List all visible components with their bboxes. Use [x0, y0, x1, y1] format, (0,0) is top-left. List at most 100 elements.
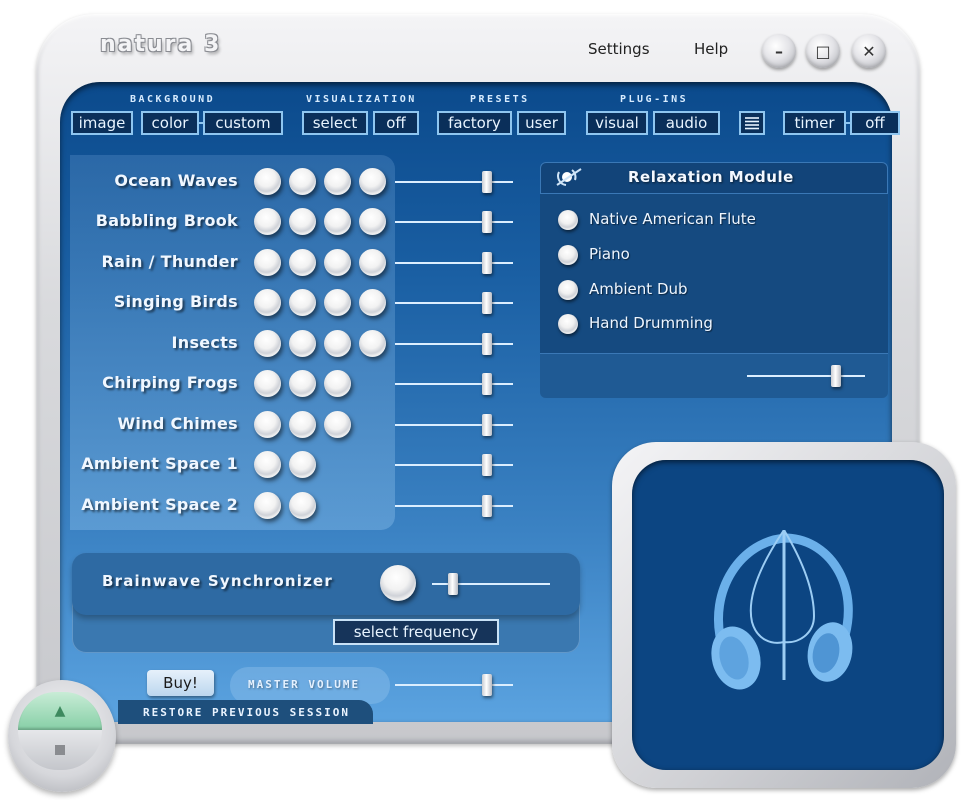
relaxation-item-label: Native American Flute [589, 210, 756, 228]
sound-row: Insects [70, 327, 520, 361]
relaxation-item-label: Piano [589, 245, 630, 263]
timer-button[interactable]: timer [783, 111, 846, 135]
sound-volume-thumb[interactable] [482, 414, 493, 436]
sound-variant-button[interactable] [254, 208, 281, 235]
menu-settings[interactable]: Settings [588, 40, 650, 58]
stop-icon [55, 745, 65, 755]
relaxation-item[interactable]: Piano [558, 243, 878, 267]
relaxation-items: Native American Flute Piano Ambient Dub … [540, 194, 888, 354]
sound-volume-track[interactable] [395, 343, 513, 345]
background-custom-button[interactable]: custom [203, 111, 283, 135]
sound-variant-button[interactable] [254, 289, 281, 316]
sound-row: Babbling Brook [70, 205, 520, 239]
maximize-button[interactable]: □ [806, 34, 840, 68]
sound-variant-button[interactable] [324, 330, 351, 357]
sound-variant-button[interactable] [359, 168, 386, 195]
sound-variant-button[interactable] [254, 492, 281, 519]
minimize-icon: – [775, 41, 783, 61]
brainwave-toggle-button[interactable] [380, 565, 416, 601]
relaxation-volume-thumb[interactable] [830, 365, 841, 387]
visualization-off-button[interactable]: off [373, 111, 419, 135]
relaxation-item[interactable]: Native American Flute [558, 208, 878, 232]
relaxation-item-label: Ambient Dub [589, 280, 688, 298]
buy-button[interactable]: Buy! [147, 670, 214, 696]
sound-volume-track[interactable] [395, 464, 513, 466]
sound-variant-button[interactable] [359, 208, 386, 235]
relaxation-orb-button[interactable] [558, 210, 578, 230]
master-volume-thumb[interactable] [482, 674, 493, 696]
sound-variant-button[interactable] [254, 330, 281, 357]
sound-label: Ocean Waves [114, 171, 238, 190]
visualization-label: VISUALIZATION [306, 94, 417, 105]
sound-variant-button[interactable] [324, 370, 351, 397]
sound-volume-track[interactable] [395, 181, 513, 183]
sound-volume-thumb[interactable] [482, 171, 493, 193]
sound-volume-track[interactable] [395, 424, 513, 426]
sound-variant-button[interactable] [289, 289, 316, 316]
close-button[interactable]: ✕ [852, 34, 886, 68]
sound-row: Rain / Thunder [70, 246, 520, 280]
sound-volume-thumb[interactable] [482, 211, 493, 233]
presets-factory-button[interactable]: factory [437, 111, 512, 135]
relaxation-orb-button[interactable] [558, 280, 578, 300]
relaxation-orb-button[interactable] [558, 314, 578, 334]
presets-user-button[interactable]: user [517, 111, 566, 135]
sound-variant-button[interactable] [359, 249, 386, 276]
sound-row: Ocean Waves [70, 165, 520, 199]
plugins-visual-button[interactable]: visual [586, 111, 648, 135]
master-volume-track[interactable] [395, 684, 513, 686]
relaxation-item[interactable]: Hand Drumming [558, 312, 878, 336]
sound-variant-button[interactable] [254, 249, 281, 276]
brainwave-slider-thumb[interactable] [448, 573, 459, 595]
sound-variant-button[interactable] [289, 451, 316, 478]
master-volume-label: MASTER VOLUME [248, 678, 361, 691]
visualization-select-button[interactable]: select [302, 111, 368, 135]
plugins-label: PLUG-INS [620, 94, 689, 105]
sound-variant-button[interactable] [289, 330, 316, 357]
sound-variant-button[interactable] [289, 492, 316, 519]
sound-variant-button[interactable] [324, 168, 351, 195]
list-button[interactable] [739, 111, 765, 135]
headphones-leaf-logo-icon [711, 530, 853, 690]
sound-volume-thumb[interactable] [482, 333, 493, 355]
sound-volume-thumb[interactable] [482, 373, 493, 395]
restore-session-button[interactable]: RESTORE PREVIOUS SESSION [118, 700, 373, 724]
sound-row: Wind Chimes [70, 408, 520, 442]
relaxation-title: Relaxation Module [628, 168, 794, 186]
sound-volume-track[interactable] [395, 302, 513, 304]
sound-variant-button[interactable] [254, 451, 281, 478]
sound-label: Singing Birds [113, 292, 238, 311]
sound-variant-button[interactable] [324, 411, 351, 438]
sound-variant-button[interactable] [289, 208, 316, 235]
background-image-button[interactable]: image [71, 111, 133, 135]
sound-variant-button[interactable] [289, 168, 316, 195]
plugins-audio-button[interactable]: audio [653, 111, 720, 135]
sound-volume-track[interactable] [395, 221, 513, 223]
relaxation-volume-track[interactable] [747, 375, 865, 377]
sound-volume-thumb[interactable] [482, 292, 493, 314]
sound-variant-button[interactable] [254, 168, 281, 195]
relaxation-item[interactable]: Ambient Dub [558, 278, 878, 302]
sound-variant-button[interactable] [324, 249, 351, 276]
sound-variant-button[interactable] [324, 208, 351, 235]
sound-volume-track[interactable] [395, 262, 513, 264]
sound-variant-button[interactable] [359, 330, 386, 357]
background-color-button[interactable]: color [141, 111, 199, 135]
minimize-button[interactable]: – [762, 34, 796, 68]
sound-variant-button[interactable] [289, 370, 316, 397]
menu-help[interactable]: Help [694, 40, 728, 58]
relaxation-orb-button[interactable] [558, 245, 578, 265]
sound-volume-track[interactable] [395, 383, 513, 385]
sound-volume-track[interactable] [395, 505, 513, 507]
select-frequency-button[interactable]: select frequency [333, 619, 499, 645]
sound-variant-button[interactable] [254, 411, 281, 438]
sound-volume-thumb[interactable] [482, 454, 493, 476]
sound-variant-button[interactable] [254, 370, 281, 397]
timer-off-button[interactable]: off [850, 111, 900, 135]
sound-variant-button[interactable] [289, 249, 316, 276]
sound-volume-thumb[interactable] [482, 495, 493, 517]
sound-volume-thumb[interactable] [482, 252, 493, 274]
sound-variant-button[interactable] [289, 411, 316, 438]
sound-variant-button[interactable] [324, 289, 351, 316]
sound-variant-button[interactable] [359, 289, 386, 316]
